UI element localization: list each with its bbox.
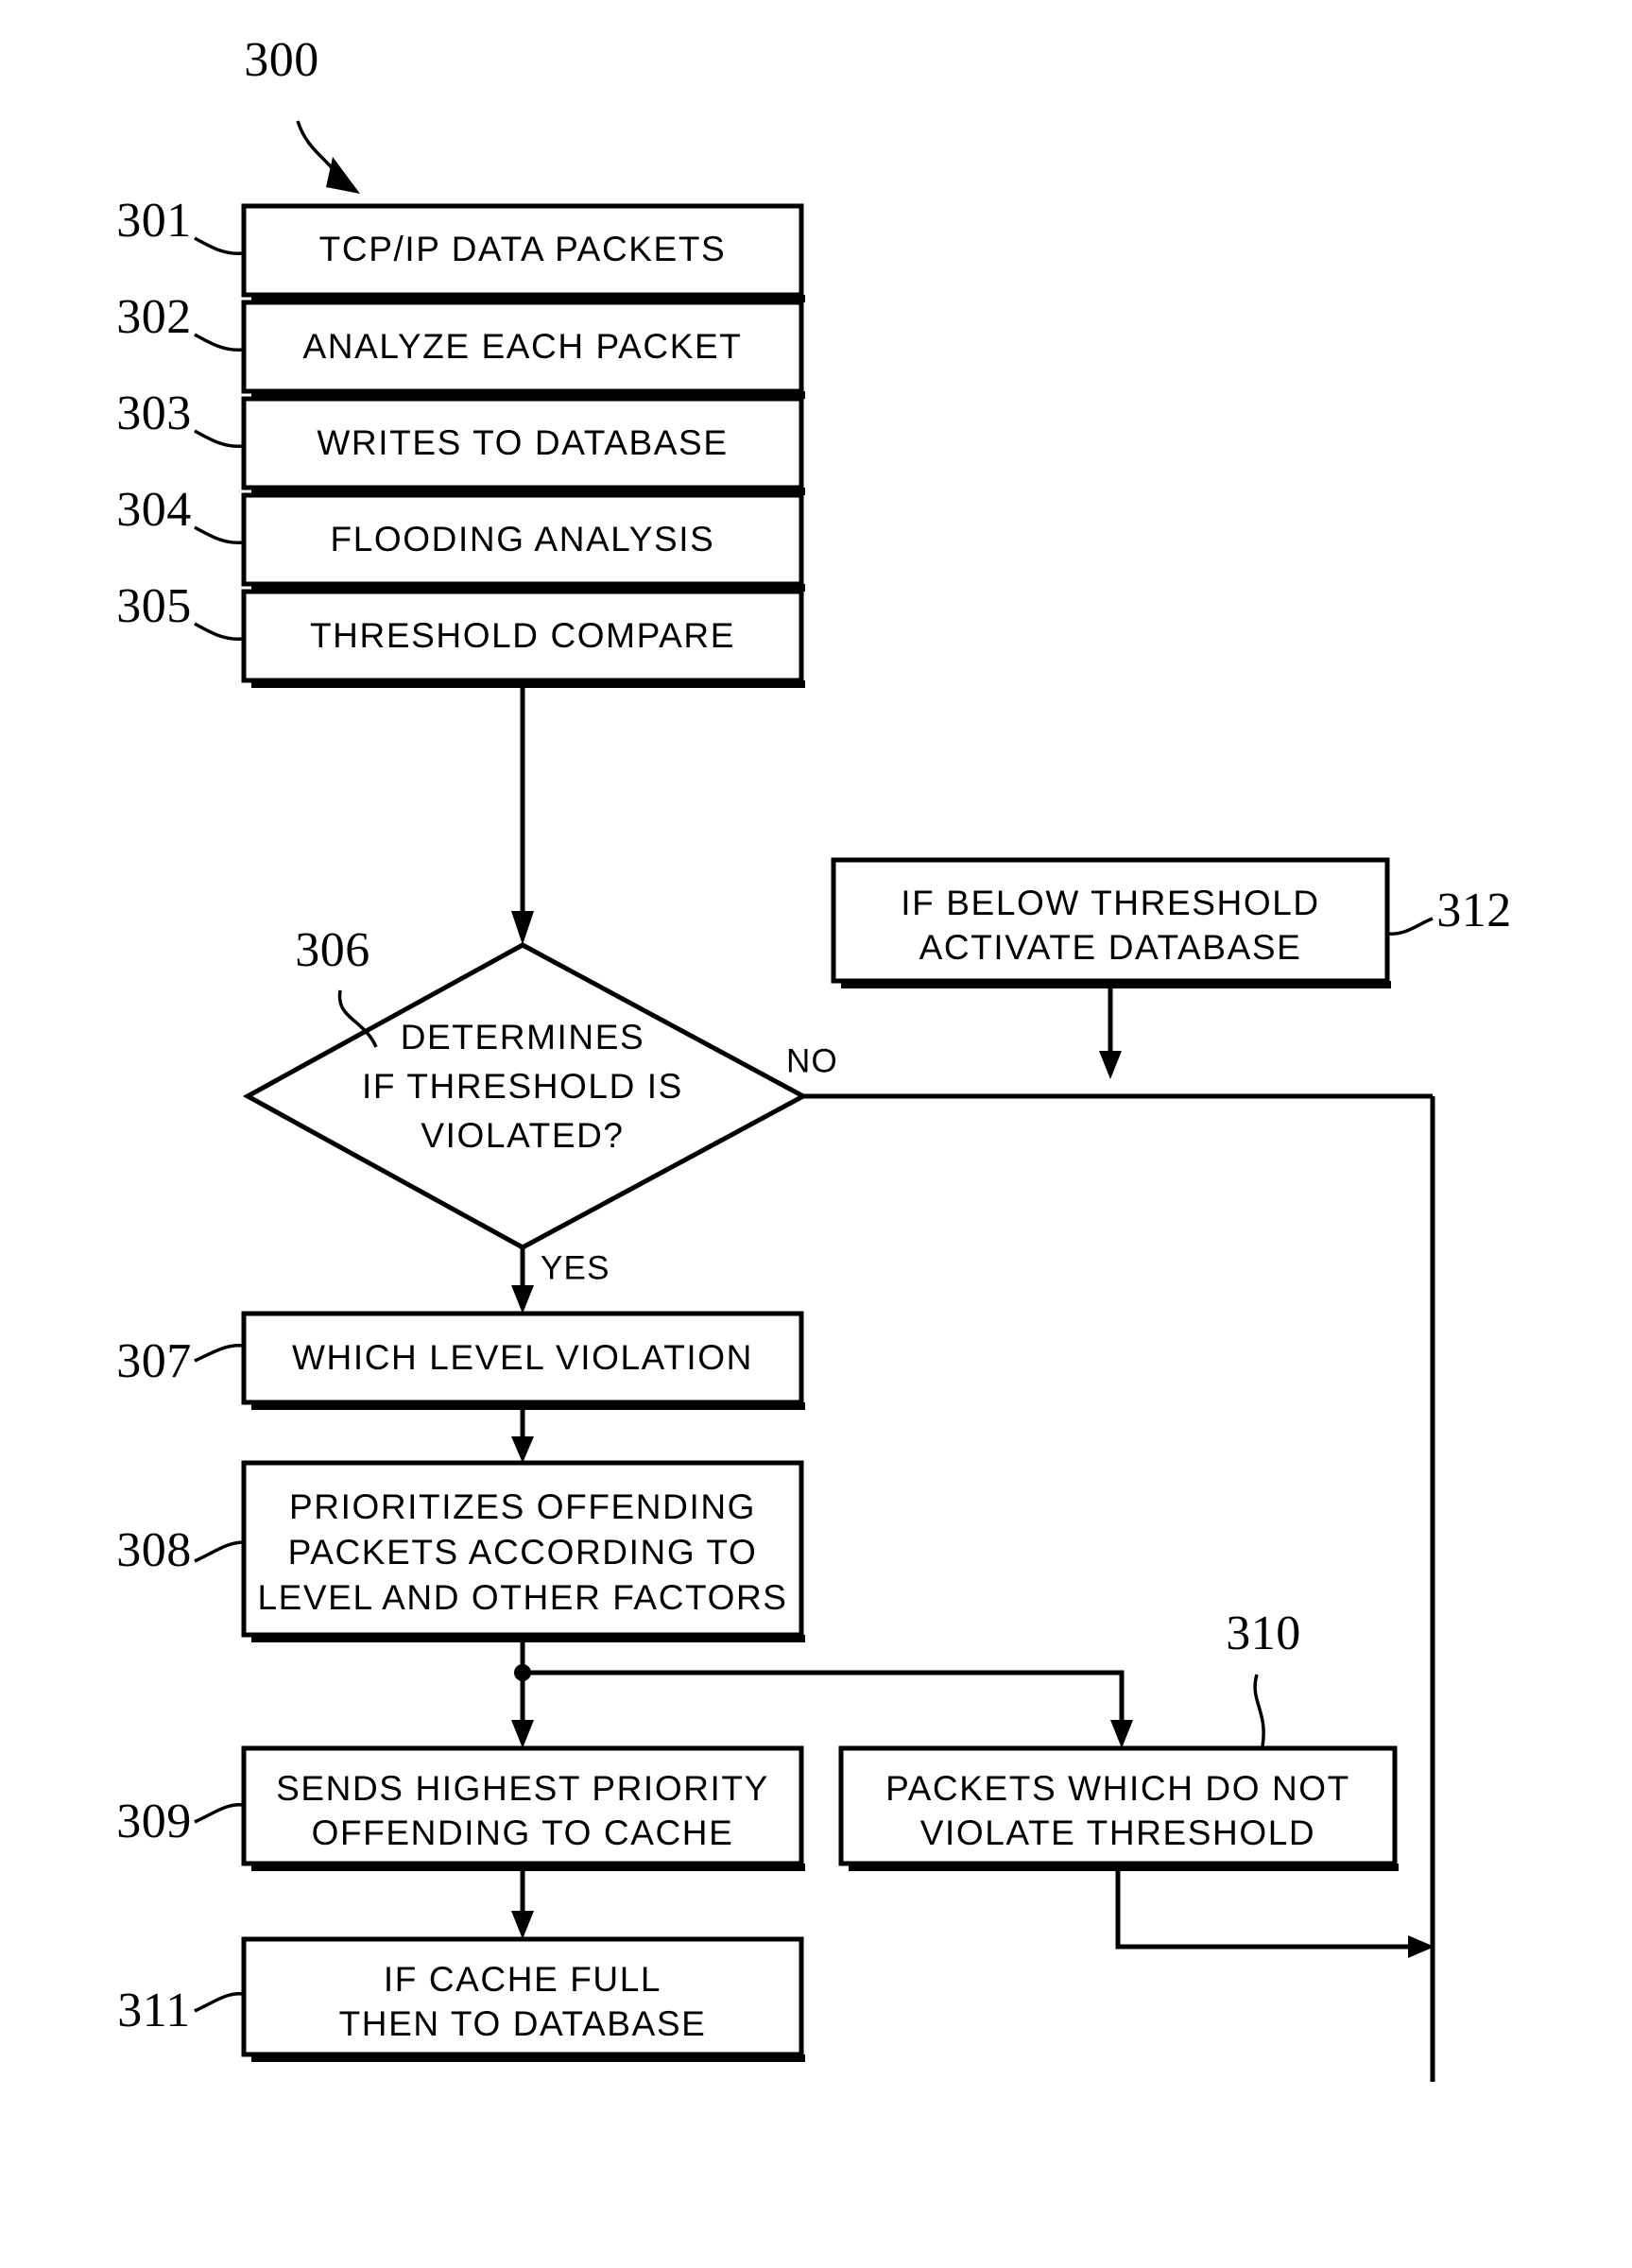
ref-309: 309 xyxy=(116,1795,192,1848)
ref-312: 312 xyxy=(1436,884,1512,937)
patent-flowchart-figure: 300 TCP/IP DATA PACKETS 301 ANALYZE EACH… xyxy=(0,0,1632,2263)
figure-number: 300 xyxy=(244,33,319,87)
node-305: THRESHOLD COMPARE xyxy=(241,589,805,688)
node-304: FLOODING ANALYSIS xyxy=(241,492,805,592)
node-302: ANALYZE EACH PACKET xyxy=(241,300,805,399)
ref-310: 310 xyxy=(1226,1606,1301,1660)
node-308-label-line3: LEVEL AND OTHER FACTORS xyxy=(257,1578,787,1617)
edge-312-bus-arrow xyxy=(1099,1051,1122,1079)
edge-305-306-arrow xyxy=(511,911,534,945)
node-301-label: TCP/IP DATA PACKETS xyxy=(319,230,727,268)
edge-309-311-arrow xyxy=(511,1911,534,1939)
node-311-label-line1: IF CACHE FULL xyxy=(384,1960,661,1999)
edge-307-308-arrow xyxy=(511,1436,534,1463)
node-310-label-line1: PACKETS WHICH DO NOT xyxy=(885,1769,1350,1808)
node-309-label-line2: OFFENDING TO CACHE xyxy=(312,1813,734,1852)
edge-label-yes: YES xyxy=(541,1249,610,1286)
ref-307: 307 xyxy=(116,1334,192,1388)
node-312-label-line1: IF BELOW THRESHOLD xyxy=(901,884,1319,922)
ref-303: 303 xyxy=(116,387,192,440)
ref-301-leader xyxy=(194,236,245,256)
node-307: WHICH LEVEL VIOLATION xyxy=(241,1311,805,1410)
ref-311: 311 xyxy=(117,1984,191,2037)
ref-308-leader xyxy=(194,1540,245,1563)
node-303: WRITES TO DATABASE xyxy=(241,396,805,495)
edge-308-309-arrow xyxy=(511,1720,534,1748)
node-306-label-line3: VIOLATED? xyxy=(421,1116,624,1155)
ref-303-leader xyxy=(194,429,245,449)
node-311-label-line2: THEN TO DATABASE xyxy=(339,2004,707,2043)
node-308: PRIORITIZES OFFENDING PACKETS ACCORDING … xyxy=(241,1460,805,1642)
node-306: DETERMINES IF THRESHOLD IS VIOLATED? xyxy=(242,942,809,1250)
node-309-label-line1: SENDS HIGHEST PRIORITY xyxy=(276,1769,769,1808)
node-306-label-line2: IF THRESHOLD IS xyxy=(362,1067,683,1106)
ref-301: 301 xyxy=(116,194,192,248)
ref-308: 308 xyxy=(116,1523,192,1577)
node-306-label-line1: DETERMINES xyxy=(401,1018,645,1057)
ref-304-leader xyxy=(194,525,245,545)
ref-306: 306 xyxy=(295,923,370,977)
node-305-label: THRESHOLD COMPARE xyxy=(310,616,735,655)
node-308-label-line2: PACKETS ACCORDING TO xyxy=(288,1533,758,1572)
node-310-label-line2: VIOLATE THRESHOLD xyxy=(920,1813,1316,1852)
node-310: PACKETS WHICH DO NOT VIOLATE THRESHOLD xyxy=(838,1745,1399,1871)
node-302-label: ANALYZE EACH PACKET xyxy=(303,327,743,366)
node-307-label: WHICH LEVEL VIOLATION xyxy=(292,1338,753,1377)
ref-311-leader xyxy=(194,1992,245,2013)
ref-310-leader xyxy=(1253,1674,1265,1747)
figure-arrow-head xyxy=(326,157,360,194)
edge-308-310-arrow xyxy=(1110,1720,1133,1748)
flowchart-canvas: 300 TCP/IP DATA PACKETS 301 ANALYZE EACH… xyxy=(116,33,1512,2082)
ref-307-leader xyxy=(194,1343,245,1363)
ref-305-leader xyxy=(194,622,245,642)
ref-309-leader xyxy=(194,1803,245,1824)
node-303-label: WRITES TO DATABASE xyxy=(317,423,728,462)
ref-305: 305 xyxy=(116,579,192,633)
edge-308-310-branch xyxy=(523,1670,1125,1727)
edge-310-bus xyxy=(1115,1871,1416,1950)
ref-302-leader xyxy=(194,333,245,352)
edge-306-yes-arrow xyxy=(511,1285,534,1314)
node-311: IF CACHE FULL THEN TO DATABASE xyxy=(241,1936,805,2062)
node-308-label-line1: PRIORITIZES OFFENDING xyxy=(289,1487,756,1526)
ref-302: 302 xyxy=(116,290,192,344)
node-309: SENDS HIGHEST PRIORITY OFFENDING TO CACH… xyxy=(241,1745,805,1871)
ref-304: 304 xyxy=(116,483,192,537)
edge-label-no: NO xyxy=(786,1042,838,1079)
ref-312-leader xyxy=(1386,917,1434,936)
node-312: IF BELOW THRESHOLD ACTIVATE DATABASE xyxy=(831,857,1391,988)
node-304-label: FLOODING ANALYSIS xyxy=(331,520,715,558)
node-301: TCP/IP DATA PACKETS xyxy=(241,203,805,302)
node-312-label-line2: ACTIVATE DATABASE xyxy=(919,928,1302,967)
